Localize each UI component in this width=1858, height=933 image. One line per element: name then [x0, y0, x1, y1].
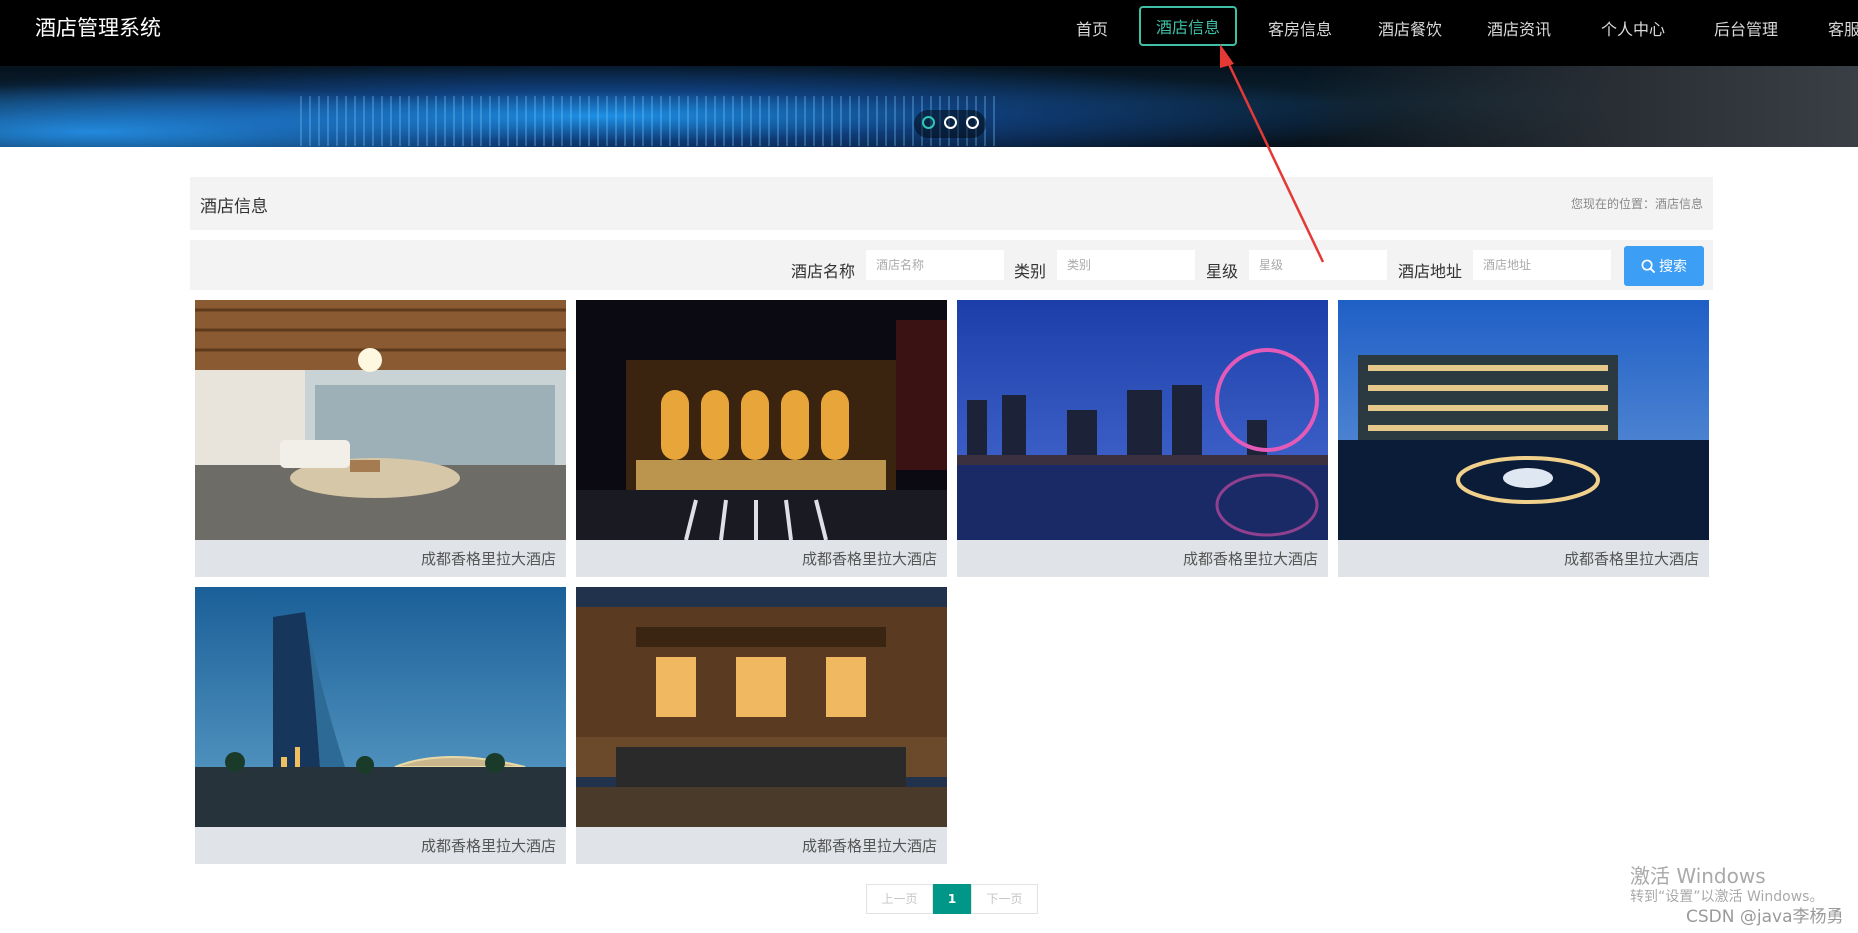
- hotel-card[interactable]: 成都香格里拉大酒店: [195, 300, 566, 577]
- nav-dining[interactable]: 酒店餐饮: [1378, 16, 1442, 40]
- nav-admin[interactable]: 后台管理: [1714, 16, 1778, 40]
- star-input[interactable]: [1249, 250, 1387, 280]
- search-form: 酒店名称 类别 星级 酒店地址 搜索: [190, 240, 1713, 290]
- carousel-dot[interactable]: [944, 116, 957, 129]
- hotel-photo[interactable]: [957, 300, 1328, 540]
- carousel-dot[interactable]: [966, 116, 979, 129]
- hotel-card[interactable]: 成都香格里拉大酒店: [576, 587, 947, 864]
- type-label: 类别: [1014, 262, 1047, 281]
- hotel-card[interactable]: 成都香格里拉大酒店: [957, 300, 1328, 577]
- carousel-dot[interactable]: [922, 116, 935, 129]
- star-label: 星级: [1206, 262, 1239, 281]
- hotel-name[interactable]: 成都香格里拉大酒店: [802, 835, 937, 856]
- windows-activation-title: 激活 Windows: [1630, 864, 1766, 888]
- nav-home[interactable]: 首页: [1076, 16, 1108, 40]
- hotel-name[interactable]: 成都香格里拉大酒店: [1183, 548, 1318, 569]
- hotel-name[interactable]: 成都香格里拉大酒店: [421, 835, 556, 856]
- hotel-name-input[interactable]: [866, 250, 1004, 280]
- author-credit: CSDN @java李杨勇: [1686, 907, 1844, 927]
- hotel-photo[interactable]: [1338, 300, 1709, 540]
- hotel-photo[interactable]: [576, 587, 947, 827]
- nav-room-info[interactable]: 客房信息: [1268, 16, 1332, 40]
- section-header: 酒店信息 您现在的位置：酒店信息: [190, 177, 1713, 230]
- type-input[interactable]: [1057, 250, 1195, 280]
- hotel-name-label: 酒店名称: [791, 262, 856, 281]
- page-button-current[interactable]: 1: [933, 884, 971, 914]
- hotel-photo[interactable]: [195, 300, 566, 540]
- search-button-label: 搜索: [1659, 259, 1687, 275]
- nav-hotel-info[interactable]: 酒店信息: [1139, 6, 1238, 46]
- search-icon: [1641, 259, 1656, 274]
- hotel-name[interactable]: 成都香格里拉大酒店: [802, 548, 937, 569]
- prev-page-button[interactable]: 上一页: [866, 884, 933, 914]
- hotel-photo[interactable]: [195, 587, 566, 827]
- app-title[interactable]: 酒店管理系统: [35, 12, 161, 42]
- top-navbar: 酒店管理系统 首页 酒店信息 客房信息 酒店餐饮 酒店资讯 个人中心 后台管理 …: [0, 0, 1858, 66]
- hotel-address-input[interactable]: [1473, 250, 1611, 280]
- hotel-card[interactable]: 成都香格里拉大酒店: [195, 587, 566, 864]
- breadcrumb: 您现在的位置：酒店信息: [1570, 197, 1703, 211]
- hotel-photo[interactable]: [576, 300, 947, 540]
- nav-support[interactable]: 客服: [1828, 16, 1858, 40]
- hotel-name[interactable]: 成都香格里拉大酒店: [1564, 548, 1699, 569]
- hotel-card[interactable]: 成都香格里拉大酒店: [1338, 300, 1709, 577]
- page-title: 酒店信息: [200, 197, 268, 217]
- hotel-name[interactable]: 成都香格里拉大酒店: [421, 548, 556, 569]
- hotel-address-label: 酒店地址: [1398, 262, 1463, 281]
- nav-profile[interactable]: 个人中心: [1601, 16, 1665, 40]
- hotel-card[interactable]: 成都香格里拉大酒店: [576, 300, 947, 577]
- search-button[interactable]: 搜索: [1624, 246, 1704, 286]
- nav-news[interactable]: 酒店资讯: [1487, 16, 1551, 40]
- next-page-button[interactable]: 下一页: [971, 884, 1038, 914]
